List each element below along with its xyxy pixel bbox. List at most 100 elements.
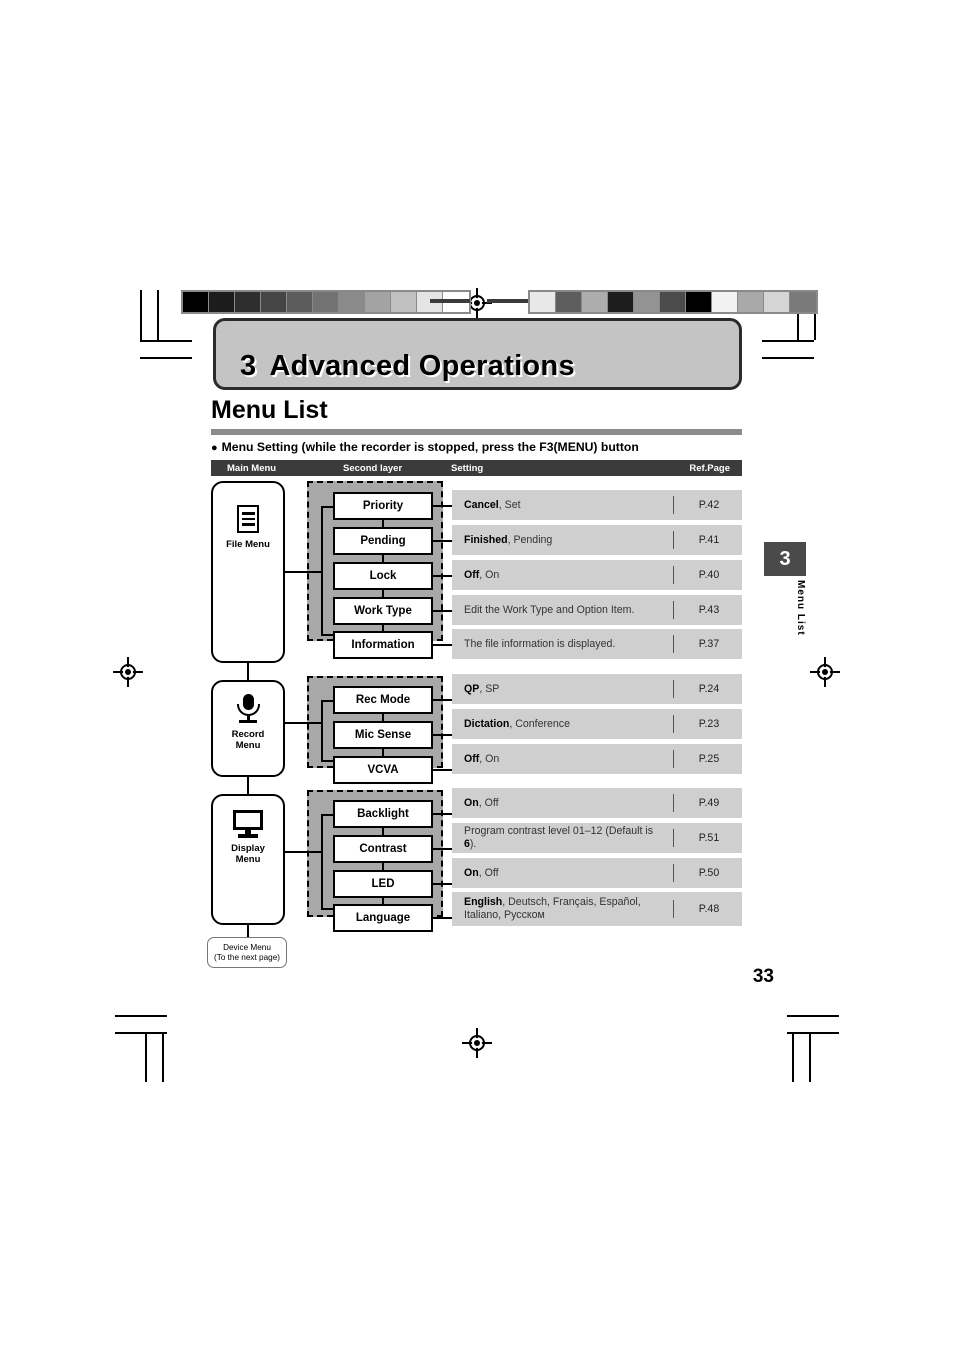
setting-text-contrast: Program contrast level 01–12 (Default is… xyxy=(464,823,664,853)
ref-page-lock: P.40 xyxy=(698,569,720,581)
setting-options-rec-mode: , SP xyxy=(479,682,500,695)
setting-divider xyxy=(672,680,674,698)
connector-display-spine-mid xyxy=(305,851,323,853)
setting-row-work-type: Edit the Work Type and Option Item. P.43 xyxy=(452,595,742,625)
color-swatch xyxy=(209,292,235,312)
setting-options-contrast-tail: ). xyxy=(469,838,477,850)
setting-options-pending: , Pending xyxy=(507,533,553,546)
setting-options-lock: , On xyxy=(479,568,500,581)
second-layer-item-contrast[interactable]: Contrast xyxy=(333,835,433,863)
setting-row-led: On, Off P.50 xyxy=(452,858,742,888)
setting-text-work-type: Edit the Work Type and Option Item. xyxy=(464,595,664,625)
second-layer-item-information[interactable]: Information xyxy=(333,631,433,659)
setting-default-rec-mode: QP xyxy=(464,682,480,695)
main-menu-record-menu-label-1: Record xyxy=(231,729,265,740)
setting-divider xyxy=(672,566,674,584)
crop-mark-top-left-h1 xyxy=(140,340,192,342)
color-swatch xyxy=(391,292,417,312)
setting-text-vcva: Off, On xyxy=(464,744,664,774)
crop-mark-top-left-v2 xyxy=(157,290,159,340)
ref-page-rec-mode: P.24 xyxy=(698,683,720,695)
ref-page-work-type: P.43 xyxy=(698,604,720,616)
ref-page-led: P.50 xyxy=(698,867,720,879)
second-layer-item-led[interactable]: LED xyxy=(333,870,433,898)
connector-record-menu-to-group xyxy=(285,722,307,724)
registration-target-left xyxy=(113,657,143,687)
device-menu-label-2: (To the next page) xyxy=(214,952,280,962)
setting-options-information: The file information is displayed. xyxy=(464,637,616,650)
second-layer-item-backlight[interactable]: Backlight xyxy=(333,800,433,828)
main-menu-display-menu[interactable]: Display Menu xyxy=(211,794,285,925)
second-layer-item-language[interactable]: Language xyxy=(333,904,433,932)
connector-sub-r1 xyxy=(382,714,384,721)
setting-default-vcva: Off xyxy=(464,752,480,765)
crop-mark-top-right-h2 xyxy=(762,357,814,359)
connector-sub-d2 xyxy=(382,863,384,870)
color-swatch xyxy=(313,292,339,312)
setting-options-contrast: Program contrast level 01–12 (Default is xyxy=(464,825,654,837)
second-layer-item-lock[interactable]: Lock xyxy=(333,562,433,590)
setting-text-pending: Finished, Pending xyxy=(464,525,664,555)
second-layer-item-rec-mode[interactable]: Rec Mode xyxy=(333,686,433,714)
color-swatch xyxy=(235,292,261,312)
main-menu-file-menu[interactable]: File Menu xyxy=(211,481,285,663)
main-menu-record-menu[interactable]: Record Menu xyxy=(211,680,285,777)
display-icon xyxy=(213,810,283,838)
crop-mark-top-left-h2 xyxy=(140,357,192,359)
setting-divider xyxy=(672,900,674,918)
registration-target-bottom xyxy=(462,1028,492,1058)
color-swatch xyxy=(608,292,634,312)
second-layer-item-pending[interactable]: Pending xyxy=(333,527,433,555)
ref-page-mic-sense: P.23 xyxy=(698,718,720,730)
setting-default-lock: Off xyxy=(464,568,480,581)
color-swatch xyxy=(365,292,391,312)
color-calibration-bar-right xyxy=(528,290,818,314)
setting-divider xyxy=(672,750,674,768)
chapter-title-text: Advanced Operations xyxy=(269,350,575,382)
menu-setting-note-text: Menu Setting (while the recorder is stop… xyxy=(221,440,639,454)
setting-divider xyxy=(672,864,674,882)
color-swatch xyxy=(556,292,582,312)
second-layer-item-vcva[interactable]: VCVA xyxy=(333,756,433,784)
file-icon xyxy=(213,505,283,533)
connector-sub-r2 xyxy=(382,749,384,756)
chapter-title: 3 Advanced Operations xyxy=(240,350,575,383)
setting-text-lock: Off, On xyxy=(464,560,664,590)
connector-display-menu-to-group xyxy=(285,851,307,853)
setting-row-vcva: Off, On P.25 xyxy=(452,744,742,774)
setting-row-lock: Off, On P.40 xyxy=(452,560,742,590)
device-menu-box[interactable]: Device Menu (To the next page) xyxy=(207,937,287,968)
crop-mark-bottom-right-v1 xyxy=(792,1032,794,1082)
setting-options-led: , Off xyxy=(478,866,499,879)
setting-options-mic-sense: , Conference xyxy=(509,717,570,730)
page-number: 33 xyxy=(752,966,774,987)
page-title: Menu List xyxy=(211,396,328,424)
crop-mark-bottom-left-v1 xyxy=(145,1032,147,1082)
color-swatch xyxy=(660,292,686,312)
page-canvas: 3 Advanced Operations Menu List ● Menu Set… xyxy=(0,0,954,1351)
crop-mark-bottom-left-v2 xyxy=(162,1032,164,1082)
setting-default-language: English xyxy=(464,896,503,908)
microphone-icon xyxy=(213,694,283,724)
setting-text-rec-mode: QP, SP xyxy=(464,674,664,704)
setting-divider xyxy=(672,794,674,812)
connector-file-to-record xyxy=(247,663,249,680)
registration-target-right xyxy=(810,657,840,687)
setting-row-priority: Cancel, Set P.42 xyxy=(452,490,742,520)
second-layer-item-mic-sense[interactable]: Mic Sense xyxy=(333,721,433,749)
setting-options-backlight: , Off xyxy=(478,796,499,809)
crop-mark-bottom-right-v2 xyxy=(809,1032,811,1082)
column-header-ref-page: Ref.Page xyxy=(689,463,730,474)
color-swatch xyxy=(634,292,660,312)
main-menu-display-menu-label-2: Menu xyxy=(235,854,261,865)
ref-page-priority: P.42 xyxy=(698,499,720,511)
second-layer-item-work-type[interactable]: Work Type xyxy=(333,597,433,625)
second-layer-item-priority[interactable]: Priority xyxy=(333,492,433,520)
setting-default-pending: Finished xyxy=(464,533,508,546)
setting-text-priority: Cancel, Set xyxy=(464,490,664,520)
ref-page-vcva: P.25 xyxy=(698,753,720,765)
setting-options-work-type: Edit the Work Type and Option Item. xyxy=(464,603,635,616)
color-swatch xyxy=(530,292,556,312)
menu-tree-diagram: File Menu Priority Pending Lock Work Typ… xyxy=(207,478,742,978)
setting-default-mic-sense: Dictation xyxy=(464,717,510,730)
